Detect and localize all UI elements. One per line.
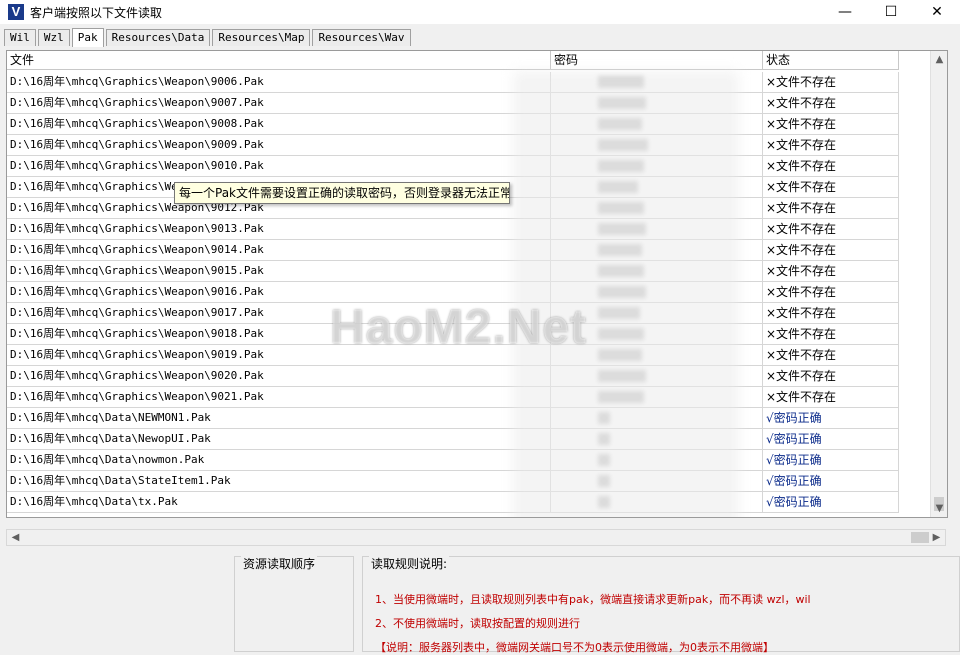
table-row[interactable]: D:\16周年\mhcq\Data\nowmon.Pak √密码正确: [7, 450, 899, 471]
maximize-button[interactable]: ☐: [868, 0, 914, 24]
status-ok: √密码正确: [763, 492, 899, 513]
tooltip: 每一个Pak文件需要设置正确的读取密码，否则登录器无法正常: [174, 182, 510, 204]
table-row[interactable]: D:\16周年\mhcq\Graphics\Weapon\9014.Pak ×文件…: [7, 240, 899, 261]
file-path-cell: D:\16周年\mhcq\Data\StateItem1.Pak: [7, 471, 551, 492]
table-row[interactable]: D:\16周年\mhcq\Data\NEWMON1.Pak √密码正确: [7, 408, 899, 429]
file-path-cell: D:\16周年\mhcq\Graphics\Weapon\9021.Pak: [7, 387, 551, 408]
table-row[interactable]: D:\16周年\mhcq\Graphics\Weapon\9006.Pak ×文件…: [7, 72, 899, 93]
status-ok: √密码正确: [763, 408, 899, 429]
title-bar: V 客户端按照以下文件读取 — ☐ ✕: [0, 0, 960, 24]
column-header-file[interactable]: 文件: [7, 51, 551, 70]
scroll-left-icon[interactable]: ◀: [7, 530, 24, 545]
list-rows: D:\16周年\mhcq\Graphics\Weapon\9006.Pak ×文件…: [7, 72, 899, 513]
status-missing: ×文件不存在: [763, 93, 899, 114]
table-row[interactable]: D:\16周年\mhcq\Data\tx.Pak √密码正确: [7, 492, 899, 513]
file-list[interactable]: 文件 密码 状态 D:\16周年\mhcq\Graphics\Weapon\90…: [6, 50, 948, 518]
tab-pak[interactable]: Pak: [71, 28, 104, 47]
file-path-cell: D:\16周年\mhcq\Graphics\Weapon\9014.Pak: [7, 240, 551, 261]
file-path-cell: D:\16周年\mhcq\Graphics\Weapon\9013.Pak: [7, 219, 551, 240]
table-row[interactable]: D:\16周年\mhcq\Graphics\Weapon\9013.Pak ×文件…: [7, 219, 899, 240]
table-row[interactable]: D:\16周年\mhcq\Graphics\Weapon\9009.Pak ×文件…: [7, 135, 899, 156]
file-path-cell: D:\16周年\mhcq\Graphics\Weapon\9020.Pak: [7, 366, 551, 387]
file-path-cell: D:\16周年\mhcq\Graphics\Weapon\9010.Pak: [7, 156, 551, 177]
bottom-panel: 资源读取顺序 读取规则说明: 1、当使用微端时，且读取规则列表中有pak，微端直…: [0, 548, 960, 654]
status-missing: ×文件不存在: [763, 198, 899, 219]
status-missing: ×文件不存在: [763, 345, 899, 366]
status-missing: ×文件不存在: [763, 219, 899, 240]
horizontal-scrollbar[interactable]: ◀ ▶: [6, 529, 946, 546]
app-logo-icon: V: [8, 4, 24, 20]
tab-resources-map[interactable]: Resources\Map: [212, 29, 311, 46]
watermark: HaoM2.Net: [330, 301, 588, 354]
rule-text-1: 1、当使用微端时，且读取规则列表中有pak，微端直接请求更新pak，而不再读 w…: [375, 593, 811, 606]
status-ok: √密码正确: [763, 429, 899, 450]
status-missing: ×文件不存在: [763, 240, 899, 261]
list-header: 文件 密码 状态: [7, 51, 899, 71]
status-missing: ×文件不存在: [763, 261, 899, 282]
minimize-button[interactable]: —: [822, 0, 868, 24]
table-row[interactable]: D:\16周年\mhcq\Graphics\Weapon\9007.Pak ×文件…: [7, 93, 899, 114]
password-redaction: [513, 71, 739, 517]
table-row[interactable]: D:\16周年\mhcq\Data\NewopUI.Pak √密码正确: [7, 429, 899, 450]
status-missing: ×文件不存在: [763, 177, 899, 198]
file-path-cell: D:\16周年\mhcq\Data\NewopUI.Pak: [7, 429, 551, 450]
table-row[interactable]: D:\16周年\mhcq\Graphics\Weapon\9010.Pak ×文件…: [7, 156, 899, 177]
window-title: 客户端按照以下文件读取: [30, 5, 163, 20]
tab-wil[interactable]: Wil: [4, 29, 36, 46]
status-missing: ×文件不存在: [763, 72, 899, 93]
resource-order-label: 资源读取顺序: [241, 555, 318, 572]
scroll-down-icon[interactable]: ▼: [931, 500, 947, 517]
status-ok: √密码正确: [763, 471, 899, 492]
file-path-cell: D:\16周年\mhcq\Data\NEWMON1.Pak: [7, 408, 551, 429]
file-path-cell: D:\16周年\mhcq\Graphics\Weapon\9015.Pak: [7, 261, 551, 282]
status-missing: ×文件不存在: [763, 387, 899, 408]
table-row[interactable]: D:\16周年\mhcq\Graphics\Weapon\9015.Pak ×文件…: [7, 261, 899, 282]
status-ok: √密码正确: [763, 450, 899, 471]
status-missing: ×文件不存在: [763, 282, 899, 303]
file-path-cell: D:\16周年\mhcq\Data\tx.Pak: [7, 492, 551, 513]
rule-note: 【说明：服务器列表中，微端网关端口号不为0表示使用微端，为0表示不用微端】: [375, 641, 774, 654]
table-row[interactable]: D:\16周年\mhcq\Graphics\Weapon\9020.Pak ×文件…: [7, 366, 899, 387]
file-path-cell: D:\16周年\mhcq\Graphics\Weapon\9008.Pak: [7, 114, 551, 135]
resource-order-group: 资源读取顺序: [234, 555, 354, 652]
file-path-cell: D:\16周年\mhcq\Graphics\Weapon\9006.Pak: [7, 72, 551, 93]
scroll-right-icon[interactable]: ▶: [928, 530, 945, 545]
tab-strip: Wil Wzl Pak Resources\Data Resources\Map Reso…: [4, 28, 413, 47]
file-path-cell: D:\16周年\mhcq\Graphics\Weapon\9007.Pak: [7, 93, 551, 114]
table-row[interactable]: D:\16周年\mhcq\Data\StateItem1.Pak √密码正确: [7, 471, 899, 492]
window-controls: — ☐ ✕: [822, 0, 960, 24]
tab-wzl[interactable]: Wzl: [37, 29, 70, 46]
status-missing: ×文件不存在: [763, 156, 899, 177]
column-header-password[interactable]: 密码: [551, 51, 763, 70]
status-missing: ×文件不存在: [763, 135, 899, 156]
read-rules-label: 读取规则说明:: [369, 555, 450, 572]
file-path-cell: D:\16周年\mhcq\Graphics\Weapon\9009.Pak: [7, 135, 551, 156]
status-missing: ×文件不存在: [763, 366, 899, 387]
table-row[interactable]: D:\16周年\mhcq\Graphics\Weapon\9021.Pak ×文件…: [7, 387, 899, 408]
table-row[interactable]: D:\16周年\mhcq\Graphics\Weapon\9008.Pak ×文件…: [7, 114, 899, 135]
close-button[interactable]: ✕: [914, 0, 960, 24]
status-missing: ×文件不存在: [763, 303, 899, 324]
tab-resources-data[interactable]: Resources\Data: [105, 29, 211, 46]
vertical-scrollbar[interactable]: ▲ ▼: [930, 51, 947, 517]
file-path-cell: D:\16周年\mhcq\Data\nowmon.Pak: [7, 450, 551, 471]
horizontal-scroll-thumb[interactable]: [911, 532, 929, 543]
status-missing: ×文件不存在: [763, 114, 899, 135]
tab-resources-wav[interactable]: Resources\Wav: [312, 29, 411, 46]
rule-text-2: 2、不使用微端时，读取按配置的规则进行: [375, 617, 580, 630]
scroll-up-icon[interactable]: ▲: [931, 51, 947, 68]
status-missing: ×文件不存在: [763, 324, 899, 345]
column-header-status[interactable]: 状态: [763, 51, 899, 70]
read-rules-group: 读取规则说明: 1、当使用微端时，且读取规则列表中有pak，微端直接请求更新pa…: [362, 555, 960, 654]
